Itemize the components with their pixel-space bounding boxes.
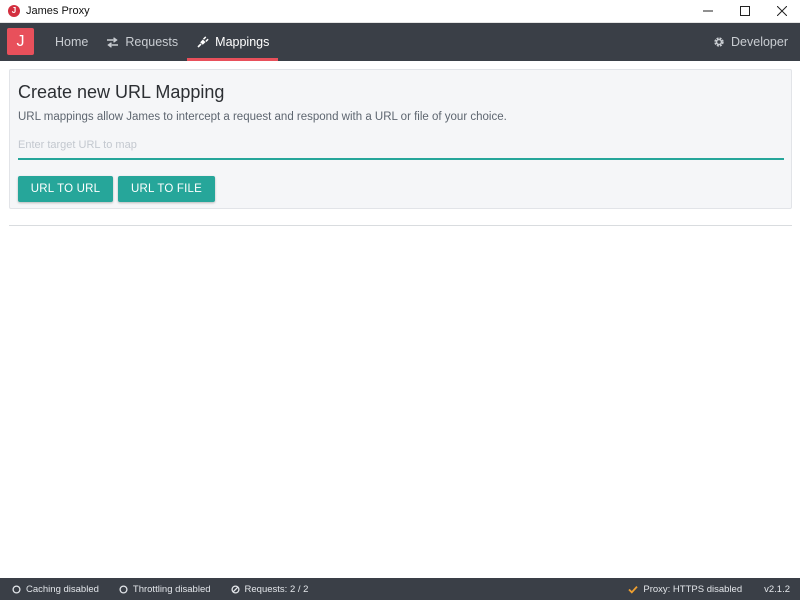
- window-titlebar: J James Proxy: [0, 0, 800, 23]
- window-controls: [689, 0, 800, 22]
- nav-requests[interactable]: Requests: [97, 23, 187, 61]
- minimize-button[interactable]: [689, 0, 726, 22]
- app-icon-letter: J: [11, 6, 17, 15]
- proxy-status-label: Proxy: HTTPS disabled: [643, 583, 743, 595]
- card-description: URL mappings allow James to intercept a …: [18, 111, 507, 123]
- plug-icon: [196, 35, 209, 49]
- nav-home-label: Home: [55, 35, 89, 49]
- requests-status-label: Requests: 2 / 2: [244, 583, 309, 595]
- throttling-status-label: Throttling disabled: [132, 583, 211, 595]
- circle-icon: [119, 584, 128, 594]
- close-button[interactable]: [763, 0, 800, 22]
- nav-mappings[interactable]: Mappings: [187, 23, 279, 61]
- caching-status[interactable]: Caching disabled: [12, 584, 99, 595]
- card-title: Create new URL Mapping: [18, 82, 225, 102]
- url-to-file-button[interactable]: URL TO FILE: [118, 176, 215, 202]
- maximize-button[interactable]: [726, 0, 763, 22]
- nav-requests-label: Requests: [125, 35, 179, 49]
- ban-icon: [230, 584, 240, 594]
- content-divider: [9, 225, 792, 226]
- requests-status[interactable]: Requests: 2 / 2: [230, 583, 309, 595]
- app-logo[interactable]: J: [7, 28, 34, 55]
- create-mapping-card: Create new URL Mapping URL mappings allo…: [9, 69, 792, 209]
- proxy-status[interactable]: Proxy: HTTPS disabled: [628, 584, 742, 595]
- minimize-icon: [702, 10, 713, 12]
- version-label: v2.1.2: [764, 583, 790, 595]
- status-bar: Caching disabled Throttling disabled Req…: [0, 578, 800, 600]
- nav-developer[interactable]: Developer: [704, 23, 800, 61]
- gear-icon: [713, 36, 725, 48]
- caching-status-label: Caching disabled: [26, 583, 99, 595]
- logo-letter: J: [16, 32, 25, 50]
- nav-home[interactable]: Home: [46, 23, 97, 61]
- nav-mappings-label: Mappings: [215, 35, 270, 49]
- url-to-url-button[interactable]: URL TO URL: [18, 176, 113, 202]
- circle-icon: [12, 584, 21, 594]
- app-icon: J: [8, 5, 20, 17]
- target-url-input[interactable]: [18, 133, 784, 160]
- main-navbar: J Home Requests Mappings Developer: [0, 23, 800, 61]
- window-title: James Proxy: [26, 5, 90, 17]
- swap-arrows-icon: [106, 36, 119, 48]
- check-icon: [628, 585, 639, 594]
- throttling-status[interactable]: Throttling disabled: [119, 584, 211, 595]
- maximize-icon: [739, 6, 750, 16]
- nav-developer-label: Developer: [731, 35, 788, 49]
- close-icon: [776, 6, 787, 16]
